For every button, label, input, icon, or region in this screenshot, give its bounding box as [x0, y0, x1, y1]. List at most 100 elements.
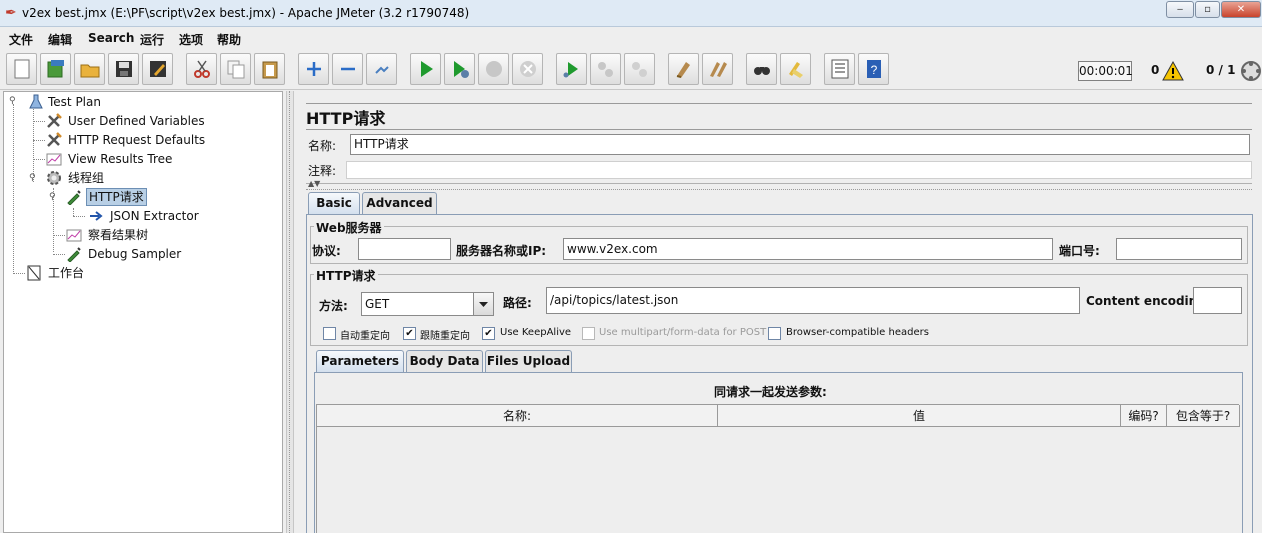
content-encoding-field[interactable] [1193, 287, 1242, 314]
menu-help[interactable]: 帮助 [217, 31, 241, 48]
save-as-icon [150, 61, 166, 77]
open-button[interactable] [74, 53, 105, 85]
minimize-button[interactable]: ‒ [1166, 1, 1194, 18]
keepalive-checkbox[interactable]: ✔ [482, 327, 495, 340]
graph-icon [66, 229, 82, 242]
menu-options[interactable]: 选项 [179, 31, 203, 48]
tree-label: HTTP请求 [86, 188, 147, 206]
tree-item-view-results-tree[interactable]: View Results Tree [46, 150, 246, 168]
port-field[interactable] [1116, 238, 1242, 260]
menu-bar: 文件 编辑 Search 运行 选项 帮助 [0, 28, 1262, 50]
menu-search[interactable]: Search [88, 31, 134, 45]
tree-toggle-test-plan[interactable]: ⚲ [9, 97, 17, 106]
clear-all-icon [710, 62, 727, 77]
workbench-icon [27, 265, 41, 281]
tree-item-view-results[interactable]: 察看结果树 [66, 226, 206, 244]
start-button[interactable] [410, 53, 441, 85]
protocol-label: 协议: [312, 244, 341, 258]
start-no-pause-button[interactable] [444, 53, 475, 85]
toggle-button[interactable] [366, 53, 397, 85]
tab-files-upload[interactable]: Files Upload [485, 350, 572, 372]
pipette-icon [67, 247, 81, 262]
wrench-icon [47, 113, 62, 128]
tree-toggle-thread-group[interactable]: ⚲ [29, 174, 37, 183]
method-dropdown-button[interactable] [473, 292, 494, 316]
pipette-icon [67, 190, 81, 205]
stop-button[interactable] [478, 53, 509, 85]
function-helper-icon [831, 59, 849, 79]
save-button[interactable] [108, 53, 139, 85]
column-header-name[interactable]: 名称: [317, 405, 718, 427]
tab-advanced[interactable]: Advanced [362, 192, 437, 214]
multipart-checkbox[interactable] [582, 327, 595, 340]
search-icon [754, 67, 770, 75]
maximize-button[interactable]: ▫ [1195, 1, 1220, 18]
menu-run[interactable]: 运行 [140, 31, 164, 48]
server-field[interactable]: www.v2ex.com [563, 238, 1053, 260]
collapse-icon [341, 67, 355, 71]
method-select[interactable]: GET [361, 292, 474, 316]
tab-basic[interactable]: Basic [308, 192, 360, 214]
help-button[interactable]: ? [858, 53, 889, 85]
protocol-field[interactable] [358, 238, 451, 260]
gear-icon [47, 171, 61, 185]
warning-icon[interactable] [1162, 61, 1184, 81]
path-field[interactable]: /api/topics/latest.json [546, 287, 1080, 314]
clear-button[interactable] [668, 53, 699, 85]
function-helper-button[interactable] [824, 53, 855, 85]
name-label: 名称: [308, 139, 337, 153]
tree-label: Test Plan [48, 95, 101, 109]
tree-item-debug-sampler[interactable]: Debug Sampler [66, 245, 226, 263]
tree-item-user-defined-variables[interactable]: User Defined Variables [46, 112, 246, 130]
column-header-value[interactable]: 值 [718, 405, 1121, 427]
comment-field[interactable] [346, 161, 1252, 179]
collapse-arrows-icon[interactable]: ▲▼ [308, 180, 320, 188]
save-as-button[interactable] [142, 53, 173, 85]
start-no-pause-icon [454, 61, 469, 78]
templates-icon [47, 60, 64, 78]
browser-headers-checkbox[interactable] [768, 327, 781, 340]
tree-item-json-extractor[interactable]: JSON Extractor [88, 207, 228, 225]
tree-item-http-request-defaults[interactable]: HTTP Request Defaults [46, 131, 246, 149]
tree-item-test-plan[interactable]: Test Plan [28, 93, 148, 111]
new-button[interactable] [6, 53, 37, 85]
remote-shutdown-button[interactable] [624, 53, 655, 85]
tree-item-http-request[interactable]: HTTP请求 [66, 188, 166, 206]
menu-file[interactable]: 文件 [9, 31, 33, 48]
test-plan-tree: ⚲ ⚲ ⚲ Test Plan User Defined Variables H… [3, 91, 283, 533]
params-table: 名称: 值 编码? 包含等于? [316, 404, 1240, 533]
shutdown-button[interactable] [512, 53, 543, 85]
tab-parameters[interactable]: Parameters [316, 350, 404, 372]
close-button[interactable]: ✕ [1221, 1, 1261, 18]
auto-redirect-checkbox[interactable] [323, 327, 336, 340]
reset-search-button[interactable] [780, 53, 811, 85]
tab-body-data[interactable]: Body Data [406, 350, 483, 372]
paste-button[interactable] [254, 53, 285, 85]
reset-search-icon [789, 62, 803, 78]
templates-button[interactable] [40, 53, 71, 85]
menu-edit[interactable]: 编辑 [48, 31, 72, 48]
tree-toggle-http-request[interactable]: ⚲ [49, 193, 57, 202]
graph-icon [46, 153, 62, 166]
copy-button[interactable] [220, 53, 251, 85]
remote-stop-button[interactable] [590, 53, 621, 85]
clear-icon [676, 62, 690, 78]
clear-all-button[interactable] [702, 53, 733, 85]
method-label: 方法: [319, 299, 348, 313]
arrow-right-icon [90, 211, 103, 221]
collapse-all-button[interactable] [332, 53, 363, 85]
cut-button[interactable] [186, 53, 217, 85]
follow-redirect-checkbox[interactable]: ✔ [403, 327, 416, 340]
name-field[interactable]: HTTP请求 [350, 134, 1250, 155]
http-request-panel: HTTP请求 名称: HTTP请求 注释: ▲▼ Basic Advanced … [300, 91, 1262, 533]
tree-item-workbench[interactable]: 工作台 [26, 264, 126, 282]
expand-all-button[interactable] [298, 53, 329, 85]
remote-start-button[interactable] [556, 53, 587, 85]
column-header-include-equals[interactable]: 包含等于? [1167, 405, 1240, 427]
splitter-handle[interactable] [286, 91, 294, 533]
tree-label: 线程组 [68, 171, 105, 185]
search-button[interactable] [746, 53, 777, 85]
column-header-encode[interactable]: 编码? [1121, 405, 1167, 427]
follow-redirect-label: 跟随重定向 [420, 331, 470, 342]
tree-item-thread-group[interactable]: 线程组 [46, 169, 146, 187]
